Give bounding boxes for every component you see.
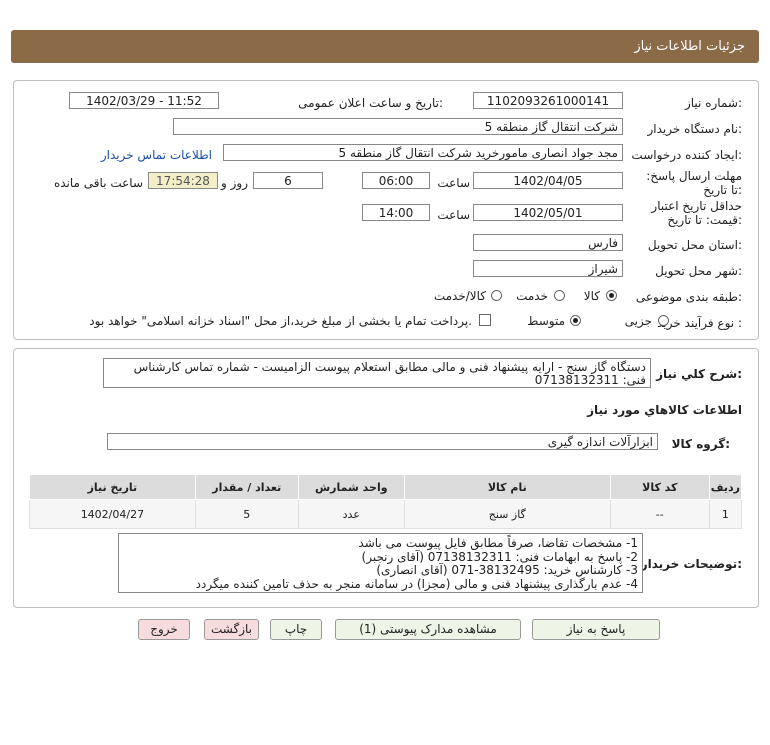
- col-unit: واحد شمارش: [297, 474, 405, 500]
- summary-field: دستگاه گاز سنج - ارایه پیشنهاد فنی و مال…: [103, 358, 651, 388]
- validity-date-field: 1402/05/01: [473, 204, 623, 221]
- col-row: ردیف: [708, 474, 743, 500]
- page-title: جزئیات اطلاعات نیاز: [634, 39, 745, 54]
- exit-button[interactable]: خروج: [138, 619, 190, 640]
- cell-date: 1402/04/27: [29, 499, 196, 529]
- note-line-2: 2- پاسخ به ابهامات فنی: 07138132311 (آقا…: [361, 549, 638, 564]
- cell-row: 1: [708, 499, 743, 529]
- note-line-3: 3- کارشناس خرید: 38132495-071 (آقای انصا…: [376, 563, 638, 577]
- deadline-time-label: ساعت: [437, 176, 470, 190]
- process-label: نوع فرآیند خرید :: [657, 316, 742, 330]
- back-button[interactable]: بازگشت: [204, 619, 259, 640]
- treasury-payment-checkbox[interactable]: [479, 314, 491, 326]
- col-date: تاریخ نیاز: [29, 474, 196, 500]
- days-label: روز و: [221, 176, 248, 190]
- page-header: جزئیات اطلاعات نیاز: [11, 30, 759, 63]
- notes-box: 1- مشخصات تقاضا، صرفاً مطابق فایل پیوست …: [118, 533, 643, 593]
- payment-note: پرداخت تمام یا بخشی از مبلغ خرید،از محل …: [89, 314, 472, 328]
- contact-buyer-link[interactable]: اطلاعات تماس خریدار: [101, 148, 212, 162]
- note-line-4: 4- عدم بارگذاری پیشنهاد فنی و مالی (مجزا…: [195, 576, 638, 591]
- goods-info-title: اطلاعات کالاهاي مورد نياز: [587, 403, 742, 417]
- creator-label: ایجاد کننده درخواست:: [631, 148, 742, 162]
- validity-time-field: 14:00: [362, 204, 430, 221]
- need-number-label: شماره نیاز:: [684, 96, 742, 110]
- table-row: 1 -- گاز سنج عدد 5 1402/04/27: [29, 499, 743, 529]
- note-line-1: 1- مشخصات تقاضا، صرفاً مطابق فایل پیوست …: [358, 536, 638, 550]
- deadline-time-field: 06:00: [362, 172, 430, 189]
- province-field: فارس: [473, 234, 623, 251]
- cell-unit: عدد: [297, 499, 405, 529]
- deadline-date-field: 1402/04/05: [473, 172, 623, 189]
- cell-qty: 5: [194, 499, 299, 529]
- announce-label: تاریخ و ساعت اعلان عمومی:: [298, 96, 443, 110]
- remaining-label: ساعت باقی مانده: [53, 176, 143, 190]
- remaining-time-field: 17:54:28: [148, 172, 218, 189]
- validity-label: حداقل تاریخ اعتبار قیمت: تا تاریخ:: [651, 199, 742, 227]
- col-name: نام کالا: [403, 474, 611, 500]
- category-option-goods-service: کالا/خدمت: [433, 289, 486, 303]
- col-qty: تعداد / مقدار: [194, 474, 299, 500]
- process-option-minor: جزیی: [624, 314, 652, 328]
- process-radio-medium[interactable]: [570, 315, 581, 326]
- goods-group-field: ابزارآلات اندازه گیری: [107, 433, 658, 450]
- buyer-org-field: شرکت انتقال گاز منطقه 5: [173, 118, 623, 135]
- city-label: شهر محل تحویل:: [655, 264, 742, 278]
- attachments-button[interactable]: مشاهده مدارک پیوستی (1): [335, 619, 521, 640]
- cell-name: گاز سنج: [403, 499, 611, 529]
- process-radio-minor[interactable]: [658, 315, 669, 326]
- category-radio-service[interactable]: [554, 290, 565, 301]
- category-radio-goods[interactable]: [606, 290, 617, 301]
- days-field: 6: [253, 172, 323, 189]
- province-label: استان محل تحویل:: [647, 238, 742, 252]
- reply-button[interactable]: پاسخ به نیاز: [532, 619, 660, 640]
- process-option-medium: متوسط: [527, 314, 565, 328]
- buyer-org-label: نام دستگاه خریدار:: [647, 122, 743, 136]
- city-field: شیراز: [473, 260, 623, 277]
- creator-field: مجد جواد انصاری مامورخرید شرکت انتقال گا…: [223, 144, 623, 161]
- category-option-service: خدمت: [516, 289, 548, 303]
- summary-label: شرح کلي نياز:: [656, 367, 742, 381]
- category-radio-goods-service[interactable]: [491, 290, 502, 301]
- cell-code: --: [609, 499, 710, 529]
- notes-label: توضیحات خریدار:: [640, 557, 742, 571]
- print-button[interactable]: چاپ: [270, 619, 322, 640]
- validity-time-label: ساعت: [437, 208, 470, 222]
- announce-field: 1402/03/29 - 11:52: [69, 92, 219, 109]
- category-label: طبقه بندی موضوعی:: [635, 290, 742, 304]
- goods-table: ردیف کد کالا نام کالا واحد شمارش تعداد /…: [29, 474, 743, 529]
- goods-group-label: گروه کالا:: [671, 437, 730, 451]
- need-number-field: 1102093261000141: [473, 92, 623, 109]
- deadline-label: مهلت ارسال پاسخ: تا تاریخ:: [646, 169, 742, 197]
- col-code: کد کالا: [609, 474, 710, 500]
- category-option-goods: کالا: [583, 289, 600, 303]
